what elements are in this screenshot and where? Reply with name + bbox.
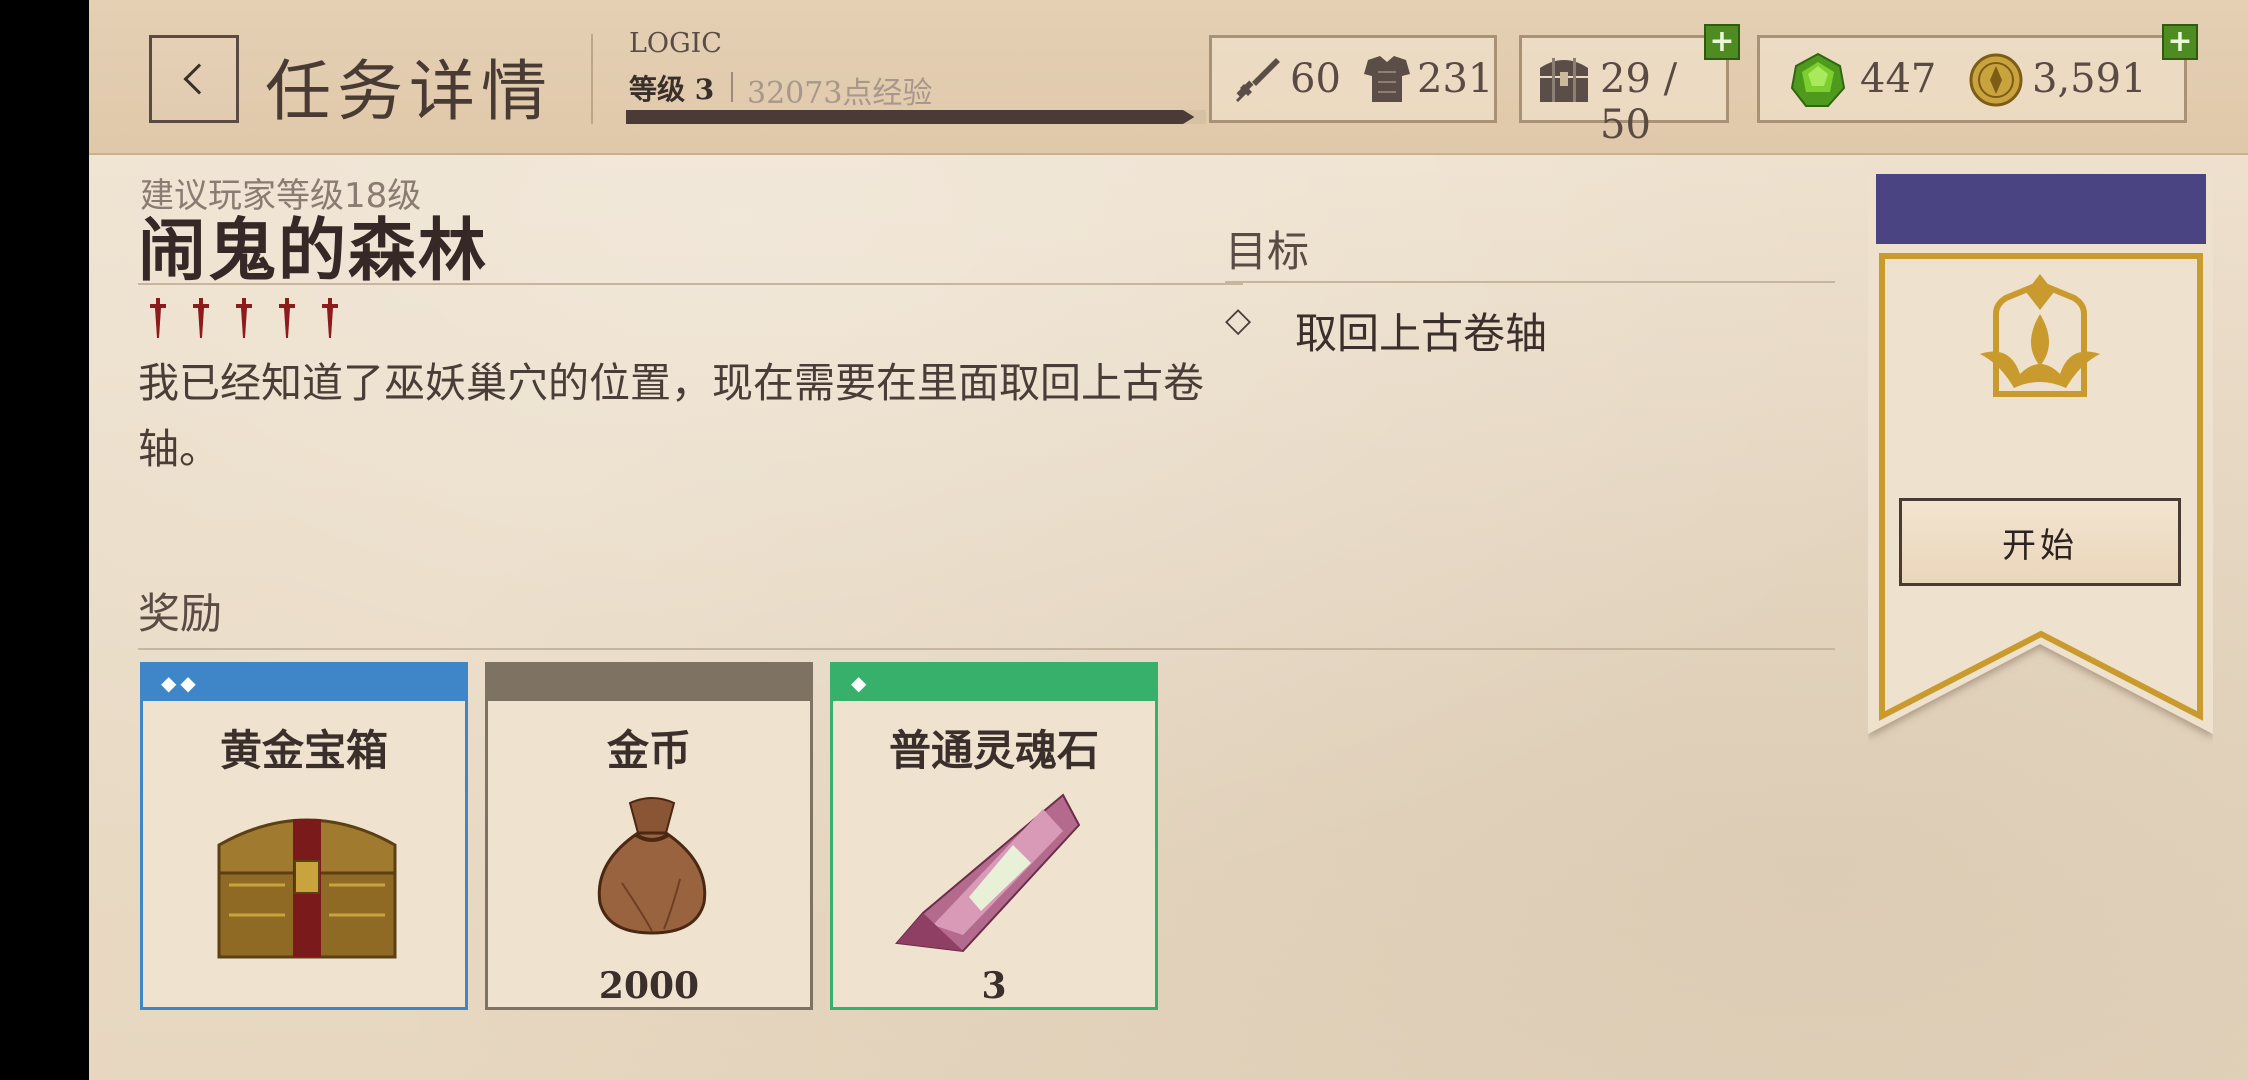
- sword-icon: [1236, 58, 1280, 102]
- player-name: LOGIC: [629, 28, 722, 59]
- quest-banner: [1868, 174, 2213, 734]
- dagger-icon: [236, 298, 252, 338]
- gems-value: 447: [1860, 56, 1937, 102]
- rewards-title: 奖励: [138, 589, 223, 638]
- coin-bag-icon: [597, 797, 707, 935]
- green-gem-icon: [1790, 52, 1846, 107]
- add-inventory-button[interactable]: +: [1704, 24, 1740, 60]
- armor-value: 231: [1417, 56, 1494, 102]
- currency-panel[interactable]: 447 3,591 +: [1757, 24, 2198, 123]
- player-level: 等级 3: [629, 73, 715, 106]
- plus-icon: +: [2167, 24, 2193, 59]
- plus-icon: +: [1709, 24, 1735, 59]
- divider: [138, 283, 1243, 285]
- rarity-marks: ◆: [851, 671, 871, 695]
- page-title: 任务详情: [265, 53, 553, 130]
- header-divider: [591, 34, 593, 124]
- reward-name: 金币: [606, 726, 691, 775]
- xp-progress-fill: [626, 110, 1195, 124]
- objective-marker-icon: ◇: [1225, 300, 1252, 340]
- objectives-title: 目标: [1225, 227, 1310, 276]
- rarity-strip: [833, 665, 1155, 701]
- divider: [138, 648, 1835, 650]
- reward-card-gold-coins[interactable]: 金币 2000: [485, 662, 813, 1010]
- reward-count: 3: [981, 965, 1007, 1007]
- add-currency-button[interactable]: +: [2162, 24, 2198, 60]
- difficulty-rating: [147, 298, 341, 340]
- objective-item: 取回上古卷轴: [1295, 309, 1548, 358]
- combat-stats[interactable]: 60 231: [1209, 35, 1497, 123]
- level-separator: [731, 72, 733, 102]
- armor-icon: [1364, 56, 1410, 102]
- chevron-left-icon: [183, 63, 215, 95]
- dagger-icon: [279, 298, 295, 338]
- soul-gem-icon: [895, 793, 1081, 953]
- treasure-chest-icon: [217, 818, 397, 959]
- dagger-icon: [150, 298, 166, 338]
- reward-card-gold-chest[interactable]: ◆◆ 黄金宝箱: [140, 662, 468, 1010]
- attack-value: 60: [1290, 56, 1341, 102]
- divider: [1225, 281, 1835, 283]
- quest-detail-page: 任务详情 LOGIC 等级 3 32073点经验 60 231 29 / 50 …: [89, 0, 2248, 1080]
- inventory-value: 29 / 50: [1600, 56, 1678, 148]
- start-quest-button[interactable]: 开始: [1899, 498, 2181, 586]
- player-xp: 32073点经验: [747, 76, 933, 111]
- reward-card-soul-gem[interactable]: ◆ 普通灵魂石 3: [830, 662, 1158, 1010]
- dagger-icon: [193, 298, 209, 338]
- back-button[interactable]: [149, 35, 239, 123]
- chest-icon: [1540, 58, 1588, 102]
- dagger-icon: [322, 298, 338, 338]
- quest-description: 我已经知道了巫妖巢穴的位置，现在需要在里面取回上古卷轴。: [138, 359, 1204, 473]
- reward-name: 黄金宝箱: [219, 726, 388, 775]
- screen: 任务详情 LOGIC 等级 3 32073点经验 60 231 29 / 50 …: [0, 0, 2248, 1080]
- rarity-strip: [488, 665, 810, 701]
- gold-coin-icon: [1969, 53, 2023, 107]
- top-bar: 任务详情 LOGIC 等级 3 32073点经验 60 231 29 / 50 …: [89, 0, 2248, 155]
- inventory-capacity[interactable]: 29 / 50 +: [1519, 24, 1740, 148]
- quest-name: 闹鬼的森林: [138, 212, 489, 291]
- gold-value: 3,591: [2032, 56, 2147, 102]
- xp-progress-bar: [626, 110, 1206, 124]
- reward-name: 普通灵魂石: [888, 726, 1099, 775]
- rarity-marks: ◆◆: [161, 671, 200, 695]
- reward-count: 2000: [598, 965, 700, 1007]
